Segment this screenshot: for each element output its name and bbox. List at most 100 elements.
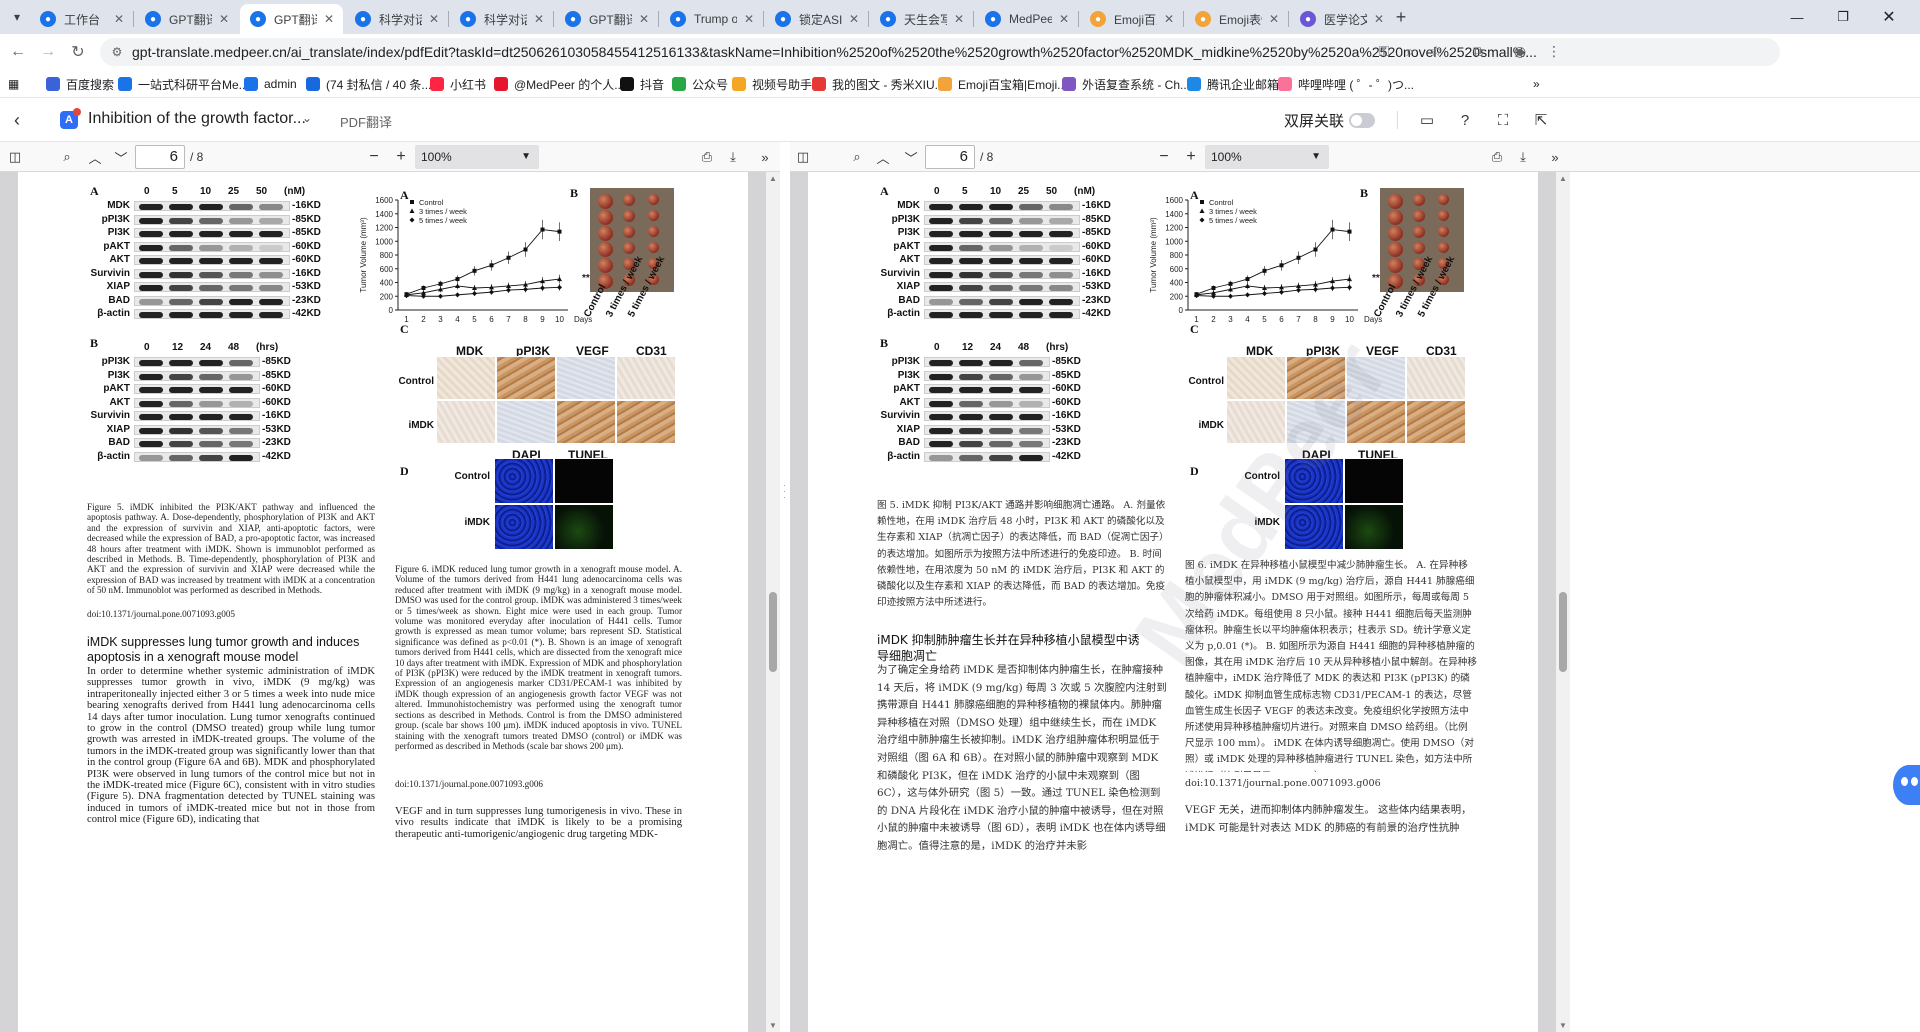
bookmark-item[interactable]: Emoji百宝箱|Emoji... <box>938 75 1067 93</box>
tab-close-icon[interactable]: ✕ <box>321 12 337 26</box>
bookmark-item[interactable]: 我的图文 - 秀米XIU... <box>812 75 945 93</box>
zoom-in-plus-icon[interactable]: + <box>1180 147 1202 167</box>
browser-tab[interactable]: ● Emoji表情 ✕ <box>1185 4 1288 34</box>
tab-close-icon[interactable]: ✕ <box>1161 12 1177 26</box>
bookmark-item[interactable]: admin <box>244 75 297 93</box>
site-info-icon[interactable]: ⚙ <box>106 41 128 63</box>
more-tools-chevron-icon[interactable]: » <box>1544 147 1566 167</box>
page-number-input[interactable]: 6 <box>135 145 185 169</box>
zoom-out-minus-icon[interactable]: − <box>363 147 385 167</box>
archive-box-icon[interactable]: ▭ <box>1416 109 1438 131</box>
legend-label: 5 times / week <box>1209 216 1257 225</box>
sidebar-toggle-icon[interactable]: ◫ <box>4 147 26 167</box>
page-number-input[interactable]: 6 <box>925 145 975 169</box>
share-export-icon[interactable]: ⇱ <box>1530 109 1552 131</box>
close-window-icon[interactable]: ✕ <box>1866 0 1912 34</box>
bookmark-item[interactable]: 公众号 <box>672 75 728 93</box>
translated-pdf-pane[interactable]: A 0 5 10 25 50 (nM) MDK -16KD pPI3K -85KD PI3K -85KD… <box>790 172 1556 1032</box>
previous-page-chevron-icon[interactable]: ︿ <box>84 147 106 167</box>
browser-tab[interactable]: ● Trump off ✕ <box>660 4 763 34</box>
browser-tab[interactable]: ● Emoji百宝 ✕ <box>1080 4 1183 34</box>
right-scrollbar[interactable]: ▲ ▼ <box>1556 172 1570 1032</box>
more-bookmarks-chevron-icon[interactable]: » <box>1533 75 1540 93</box>
browser-tab[interactable]: ● 天生会写 ✕ <box>870 4 973 34</box>
fullscreen-icon[interactable]: ⛶ <box>1492 109 1514 131</box>
tab-close-icon[interactable]: ✕ <box>846 12 862 26</box>
pane-divider[interactable]: · · · <box>780 172 790 1032</box>
bookmark-item[interactable]: 一站式科研平台Me... <box>118 75 249 93</box>
browser-tab[interactable]: ● GPT翻译 ✕ <box>240 4 343 34</box>
restore-icon[interactable]: ❐ <box>1820 0 1866 34</box>
back-chevron-icon[interactable]: ‹ <box>14 110 20 131</box>
minimize-icon[interactable]: — <box>1774 0 1820 34</box>
menu-dots-icon[interactable]: ⋮ <box>1542 39 1566 63</box>
legend-marker <box>409 217 415 223</box>
browser-tab[interactable]: ● 科学对话 ✕ <box>345 4 448 34</box>
tab-close-icon[interactable]: ✕ <box>111 12 127 26</box>
tab-close-icon[interactable]: ✕ <box>1056 12 1072 26</box>
data-point <box>472 291 477 296</box>
browser-tab[interactable]: ● MedPeer ✕ <box>975 4 1078 34</box>
tab-search-chevron-icon[interactable]: ▾ <box>6 6 28 28</box>
bookmark-item[interactable]: (74 封私信 / 40 条... <box>306 75 431 93</box>
next-page-chevron-icon[interactable]: ﹀ <box>110 147 132 167</box>
more-tools-chevron-icon[interactable]: » <box>754 147 776 167</box>
reload-icon[interactable]: ↻ <box>64 38 92 66</box>
bookmark-item[interactable]: 视频号助手 <box>732 75 812 93</box>
tab-close-icon[interactable]: ✕ <box>1266 12 1282 26</box>
right-scroll-thumb[interactable] <box>1559 592 1567 672</box>
tab-close-icon[interactable]: ✕ <box>741 12 757 26</box>
apps-grid-icon[interactable]: ▦ <box>8 75 19 93</box>
new-tab-plus-icon[interactable]: + <box>1390 6 1412 28</box>
next-page-chevron-icon[interactable]: ﹀ <box>900 147 922 167</box>
zoom-select[interactable]: 100% ▼ <box>1205 145 1329 169</box>
bookmark-item[interactable]: 抖音 <box>620 75 664 93</box>
bookmark-item[interactable]: 外语复查系统 - Ch... <box>1062 75 1190 93</box>
bookmark-item[interactable]: 小红书 <box>430 75 486 93</box>
document-title[interactable]: Inhibition of the growth factor... <box>88 110 306 128</box>
zoom-icon[interactable]: ⌕ <box>1398 39 1422 63</box>
browser-tab[interactable]: ● 锁定ASI愿 ✕ <box>765 4 868 34</box>
left-scroll-thumb[interactable] <box>769 592 777 672</box>
browser-tab[interactable]: ● 工作台 ✕ <box>30 4 133 34</box>
find-search-icon[interactable]: ⌕ <box>846 147 868 167</box>
print-icon[interactable]: ⎙ <box>1486 147 1508 167</box>
zoom-out-minus-icon[interactable]: − <box>1153 147 1175 167</box>
forward-arrow-icon[interactable]: → <box>34 38 62 66</box>
bookmark-item[interactable]: 百度搜索 <box>46 75 114 93</box>
browser-tab[interactable]: ● GPT翻译 ✕ <box>135 4 238 34</box>
tab-close-icon[interactable]: ✕ <box>531 12 547 26</box>
browser-tab[interactable]: ● 科学对话 ✕ <box>450 4 553 34</box>
left-scrollbar[interactable]: ▲ ▼ <box>766 172 780 1032</box>
zoom-in-plus-icon[interactable]: + <box>390 147 412 167</box>
tab-close-icon[interactable]: ✕ <box>951 12 967 26</box>
tab-close-icon[interactable]: ✕ <box>636 12 652 26</box>
print-icon[interactable]: ⎙ <box>696 147 718 167</box>
title-dropdown-chevron-icon[interactable]: ⌄ <box>302 111 312 125</box>
browser-tab[interactable]: ● 医学论文 ✕ <box>1290 4 1393 34</box>
bookmark-item[interactable]: 腾讯企业邮箱 <box>1187 75 1279 93</box>
tab-label: Emoji表情 <box>1219 12 1262 27</box>
password-key-icon[interactable]: ⚿ <box>1372 39 1396 63</box>
back-arrow-icon[interactable]: ← <box>4 38 32 66</box>
tab-close-icon[interactable]: ✕ <box>216 12 232 26</box>
dual-screen-sync-toggle[interactable] <box>1349 113 1375 128</box>
tab-close-icon[interactable]: ✕ <box>426 12 442 26</box>
download-icon[interactable]: ⤓ <box>1512 147 1534 167</box>
bookmark-item[interactable]: @MedPeer 的个人... <box>494 75 624 93</box>
original-pdf-pane[interactable]: A 0 5 10 25 50 (nM) MDK -16KD pPI3K -85KD PI3K -85KD… <box>0 172 766 1032</box>
download-icon[interactable]: ⤓ <box>722 147 744 167</box>
help-circle-icon[interactable]: ? <box>1454 109 1476 131</box>
assistant-bot-icon[interactable] <box>1893 765 1920 805</box>
sidebar-toggle-icon[interactable]: ◫ <box>792 147 814 167</box>
bookmark-star-icon[interactable]: ☆ <box>1424 39 1448 63</box>
profile-icon[interactable]: ◉ <box>1508 39 1532 63</box>
extensions-puzzle-icon[interactable]: ⧉ <box>1466 39 1490 63</box>
url-text[interactable]: gpt-translate.medpeer.cn/ai_translate/in… <box>132 44 1692 60</box>
zoom-select[interactable]: 100% ▼ <box>415 145 539 169</box>
find-search-icon[interactable]: ⌕ <box>56 147 78 167</box>
bookmark-item[interactable]: 哔哩哔哩 ( ゜- ゜)つ... <box>1278 75 1414 93</box>
previous-page-chevron-icon[interactable]: ︿ <box>872 147 894 167</box>
browser-tab[interactable]: ● GPT翻译 ✕ <box>555 4 658 34</box>
tab-close-icon[interactable]: ✕ <box>1371 12 1387 26</box>
